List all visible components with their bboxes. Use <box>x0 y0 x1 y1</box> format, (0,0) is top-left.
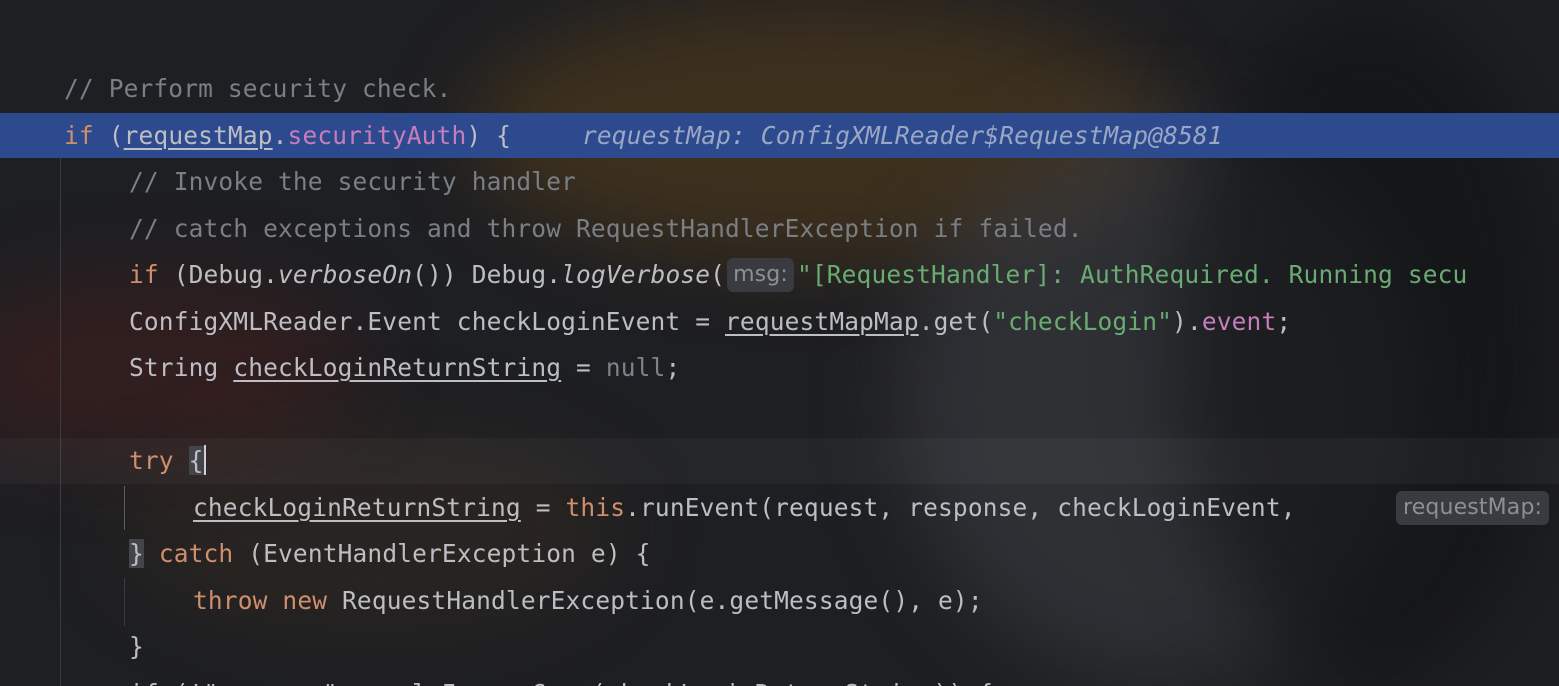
method-logverbose[interactable]: logVerbose <box>561 260 710 289</box>
code-line-execution-point[interactable]: if (requestMap.securityAuth) { requestMa… <box>0 113 1559 158</box>
code-line-debug-verbose: if (Debug.verboseOn()) Debug.logVerbose(… <box>0 252 1559 298</box>
code-line-try[interactable]: try { <box>0 438 1559 484</box>
variable-requestmap[interactable]: requestMap <box>124 121 273 150</box>
code-line-comment-security: // Perform security check. <box>64 74 452 103</box>
keyword-throw: throw <box>193 586 268 615</box>
matched-brace-close: } <box>129 539 144 568</box>
parameter-hint-requestmap: requestMap: <box>1396 491 1550 525</box>
field-event[interactable]: event <box>1202 307 1277 336</box>
parameter-hint-msg: msg: <box>727 258 794 292</box>
code-line-checklogin-event: ConfigXMLReader.Event checkLoginEvent = … <box>129 307 1292 336</box>
variable-checkloginreturnstring[interactable]: checkLoginReturnString <box>233 353 561 382</box>
keyword-if: if <box>129 260 159 289</box>
field-securityauth[interactable]: securityAuth <box>288 121 467 150</box>
code-line-return-string-decl: String checkLoginReturnString = null; <box>129 353 681 382</box>
code-line-run-event: checkLoginReturnString = this.runEvent(r… <box>0 485 1559 531</box>
inline-debug-value[interactable]: requestMap: ConfigXMLReader$RequestMap@8… <box>582 113 1223 159</box>
code-line-catch: } catch (EventHandlerException e) { <box>129 539 651 568</box>
keyword-if: if <box>64 121 94 150</box>
string-literal: "checkLogin" <box>993 307 1173 336</box>
string-literal: "[RequestHandler]: AuthRequired. Running… <box>796 260 1468 289</box>
code-editor[interactable]: // Perform security check. if (requestMa… <box>0 0 1559 686</box>
code-line-close-brace: } <box>129 632 144 661</box>
text-caret <box>203 445 206 475</box>
keyword-this: this <box>565 493 626 522</box>
variable-requestmapmap[interactable]: requestMapMap <box>725 307 919 336</box>
matched-brace-open: { <box>188 446 204 475</box>
keyword-null: null <box>605 353 666 382</box>
code-line-partial-bottom: if (!"success".equalsIgnoreCase(checkLog… <box>0 671 1559 686</box>
keyword-try: try <box>129 446 174 475</box>
variable-checkloginreturnstring[interactable]: checkLoginReturnString <box>193 493 521 522</box>
code-line-throw: throw new RequestHandlerException(e.getM… <box>193 586 983 615</box>
method-verboseon[interactable]: verboseOn <box>278 260 412 289</box>
code-line-comment-invoke: // Invoke the security handler <box>129 167 577 196</box>
keyword-catch: catch <box>158 539 234 568</box>
keyword-new: new <box>282 586 328 615</box>
code-line-comment-catch: // catch exceptions and throw RequestHan… <box>129 214 1083 243</box>
